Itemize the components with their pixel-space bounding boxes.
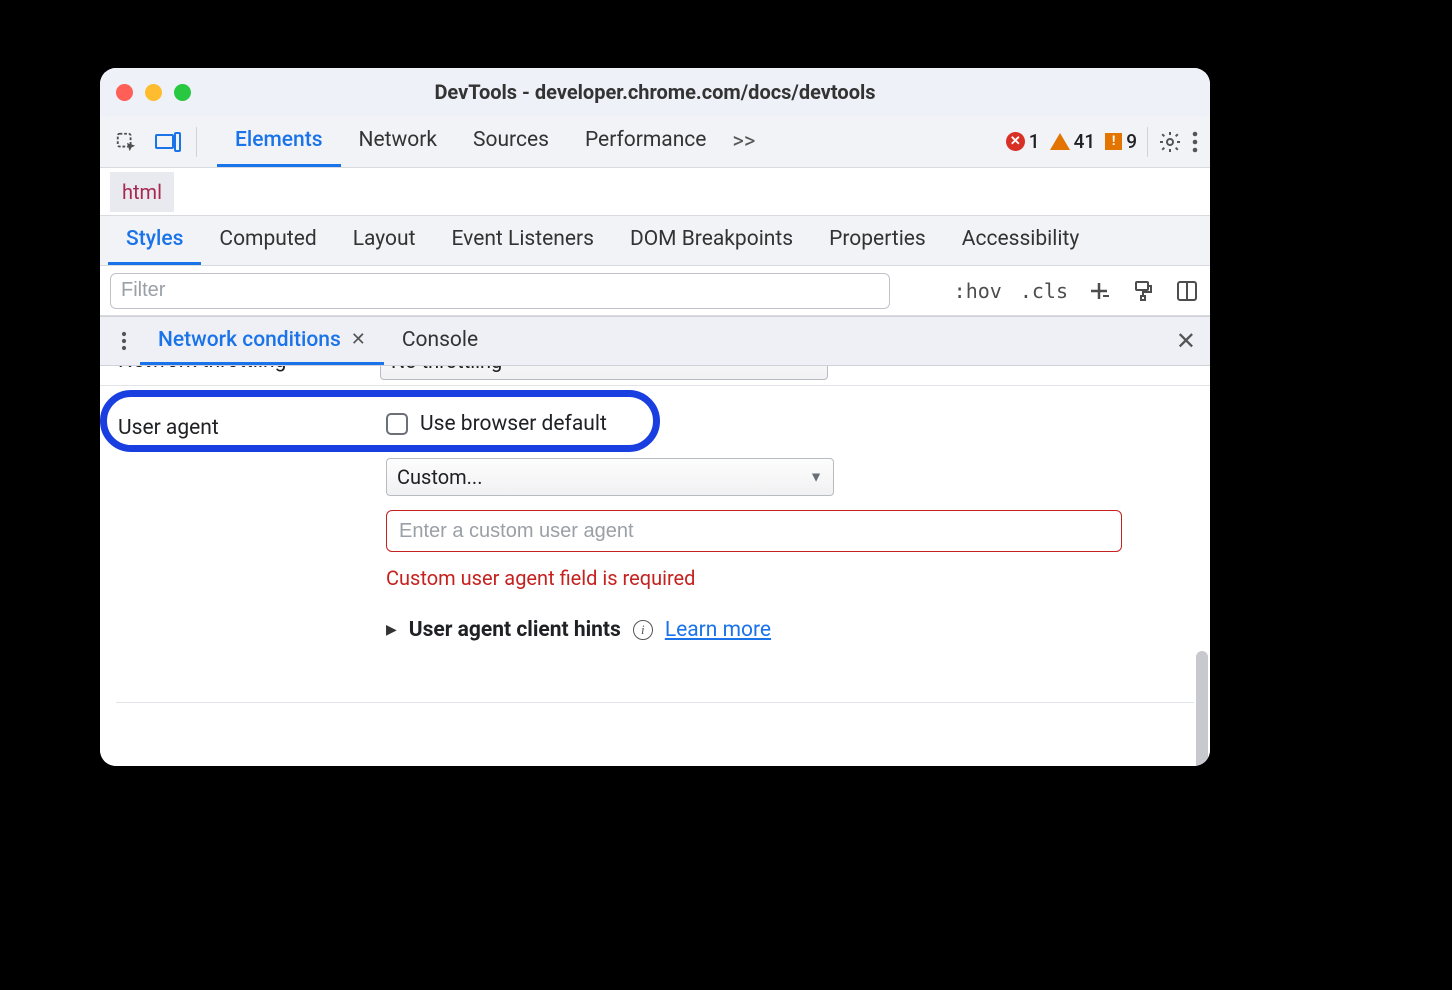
use-browser-default-row: Use browser default <box>386 412 1210 436</box>
user-agent-preset-select[interactable]: Custom... ▼ <box>386 458 834 496</box>
computed-panel-icon[interactable] <box>1174 278 1200 304</box>
tab-network[interactable]: Network <box>341 116 456 167</box>
chevron-down-icon: ▼ <box>809 469 823 486</box>
drawer-more-icon[interactable] <box>108 317 140 365</box>
tab-performance[interactable]: Performance <box>567 116 724 167</box>
subtab-computed[interactable]: Computed <box>201 216 334 265</box>
info-count-badge[interactable]: ! 9 <box>1105 130 1137 153</box>
window-titlebar: DevTools - developer.chrome.com/docs/dev… <box>100 68 1210 116</box>
learn-more-link[interactable]: Learn more <box>665 618 771 642</box>
disclosure-triangle-icon[interactable]: ▶ <box>386 622 397 638</box>
user-agent-label: User agent <box>100 412 380 642</box>
drawer-tab-network-conditions[interactable]: Network conditions ✕ <box>140 317 384 365</box>
styles-utilities: :hov .cls <box>954 278 1200 304</box>
more-menu-icon[interactable] <box>1192 131 1198 153</box>
devtools-window: DevTools - developer.chrome.com/docs/dev… <box>100 68 1210 766</box>
hov-toggle[interactable]: :hov <box>954 279 1002 303</box>
network-throttling-select[interactable]: No throttling ▼ <box>380 366 828 380</box>
user-agent-row: User agent Use browser default Custom...… <box>100 386 1210 662</box>
error-icon: ✕ <box>1006 132 1025 151</box>
close-icon[interactable]: ✕ <box>351 329 366 350</box>
use-browser-default-checkbox[interactable] <box>386 413 408 435</box>
cls-toggle[interactable]: .cls <box>1020 279 1068 303</box>
subtab-styles[interactable]: Styles <box>108 216 201 265</box>
elements-subtabs: Styles Computed Layout Event Listeners D… <box>100 216 1210 266</box>
breadcrumb-html[interactable]: html <box>110 172 174 212</box>
subtab-dom-breakpoints[interactable]: DOM Breakpoints <box>612 216 811 265</box>
close-window-button[interactable] <box>116 84 133 101</box>
subtab-event-listeners[interactable]: Event Listeners <box>433 216 611 265</box>
error-count-badge[interactable]: ✕ 1 <box>1006 130 1040 153</box>
main-toolbar: Elements Network Sources Performance >> … <box>100 116 1210 168</box>
separator <box>196 127 197 157</box>
fullscreen-window-button[interactable] <box>174 84 191 101</box>
device-toolbar-icon[interactable] <box>154 128 182 156</box>
scrollbar-thumb[interactable] <box>1196 651 1208 766</box>
toolbar-right: ✕ 1 41 ! 9 <box>1006 127 1198 157</box>
select-value: Custom... <box>397 465 482 489</box>
use-browser-default-label: Use browser default <box>420 412 607 436</box>
info-icon: ! <box>1105 133 1122 150</box>
select-value: No throttling <box>391 366 502 373</box>
drawer-close-icon[interactable]: ✕ <box>1176 327 1196 355</box>
tab-sources[interactable]: Sources <box>455 116 567 167</box>
styles-filter-row: :hov .cls <box>100 266 1210 316</box>
paint-icon[interactable] <box>1130 278 1156 304</box>
tabs-overflow-button[interactable]: >> <box>724 116 763 167</box>
separator <box>1147 127 1148 157</box>
warning-count: 41 <box>1074 130 1096 153</box>
drawer-body: Network throttling No throttling ▼ User … <box>100 366 1210 766</box>
client-hints-label: User agent client hints <box>409 618 621 642</box>
custom-user-agent-input[interactable] <box>386 510 1122 552</box>
drawer-tab-label: Network conditions <box>158 328 341 352</box>
warning-icon <box>1050 133 1070 150</box>
subtab-layout[interactable]: Layout <box>335 216 434 265</box>
tab-elements[interactable]: Elements <box>217 116 341 167</box>
user-agent-error-text: Custom user agent field is required <box>386 566 1210 590</box>
breadcrumb-bar: html <box>100 168 1210 216</box>
drawer-tabstrip: Network conditions ✕ Console ✕ <box>100 316 1210 366</box>
info-icon[interactable]: i <box>633 620 653 640</box>
traffic-lights <box>116 84 191 101</box>
window-title: DevTools - developer.chrome.com/docs/dev… <box>100 80 1210 104</box>
network-throttling-label: Network throttling <box>100 366 380 373</box>
client-hints-row: ▶ User agent client hints i Learn more <box>386 618 1210 642</box>
network-throttling-row: Network throttling No throttling ▼ <box>100 366 1210 386</box>
minimize-window-button[interactable] <box>145 84 162 101</box>
info-count: 9 <box>1126 130 1137 153</box>
inspect-element-icon[interactable] <box>112 128 140 156</box>
drawer-tab-console[interactable]: Console <box>384 317 496 365</box>
chevron-down-icon: ▼ <box>803 366 817 370</box>
subtab-properties[interactable]: Properties <box>811 216 944 265</box>
styles-filter-input[interactable] <box>110 273 890 309</box>
warning-count-badge[interactable]: 41 <box>1050 130 1096 153</box>
error-count: 1 <box>1029 130 1040 153</box>
separator <box>116 702 1194 703</box>
subtab-accessibility[interactable]: Accessibility <box>944 216 1098 265</box>
main-tabs: Elements Network Sources Performance >> <box>217 116 763 167</box>
add-rule-icon[interactable] <box>1086 278 1112 304</box>
settings-icon[interactable] <box>1158 130 1182 154</box>
